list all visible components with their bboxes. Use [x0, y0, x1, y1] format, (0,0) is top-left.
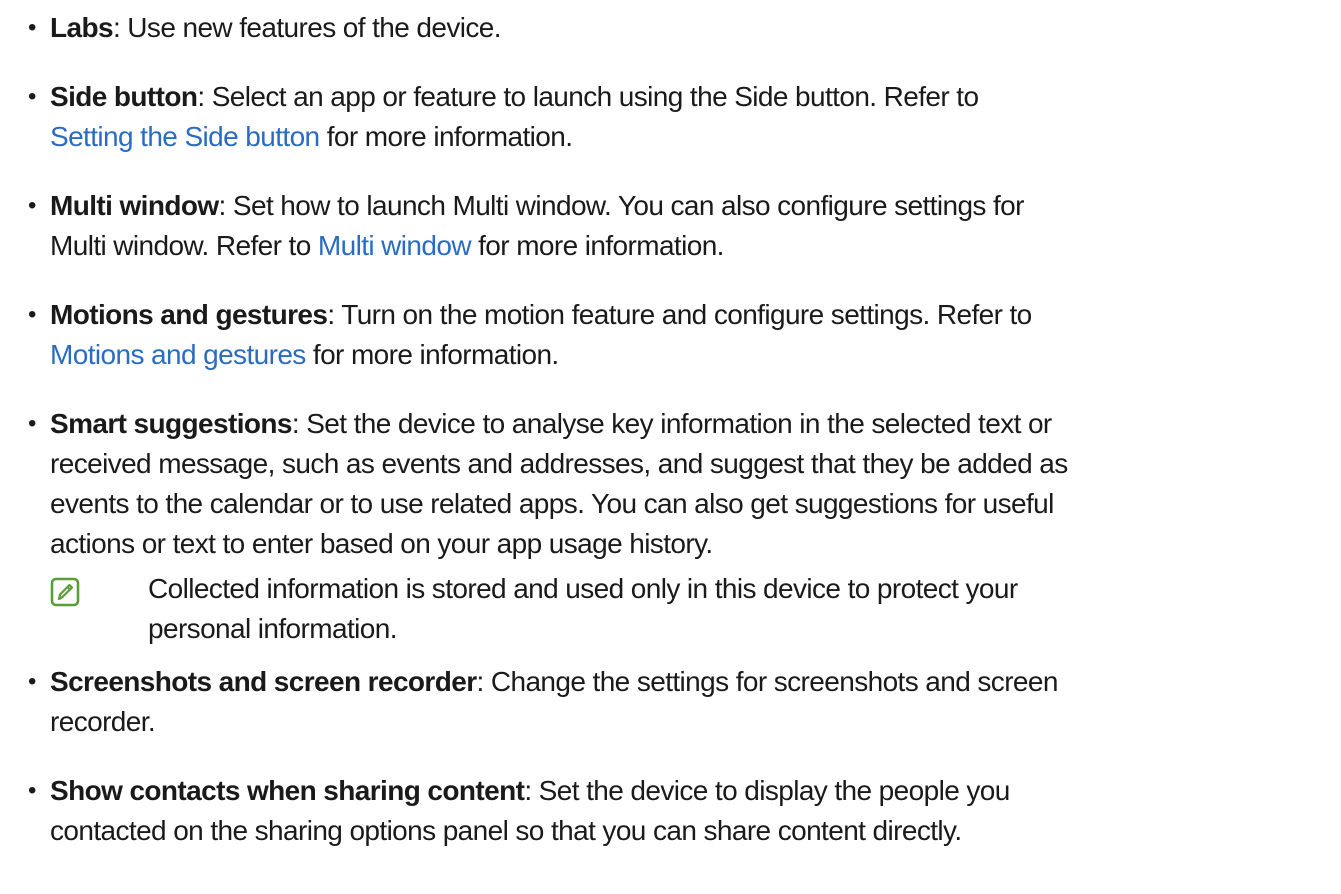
bullet-glyph: • [28, 192, 37, 219]
description-line: : Turn on the motion feature and configu… [327, 299, 1032, 330]
note-line: Collected information is stored and used… [148, 573, 1018, 604]
note-pencil-icon [50, 577, 80, 607]
description-line: : Change the settings for screenshots an… [476, 666, 1059, 697]
item-description: Multi window: Set how to launch Multi wi… [50, 186, 1340, 266]
bullet-glyph: • [28, 14, 37, 41]
description-line: for more information. [305, 339, 559, 370]
link-multi-window[interactable]: Multi window [318, 230, 472, 261]
note-text: Collected information is stored and used… [148, 569, 1018, 649]
item-description: Smart suggestions: Set the device to ana… [50, 404, 1340, 564]
bullet-glyph: • [28, 410, 37, 437]
item-description: Labs: Use new features of the device. [50, 8, 1340, 48]
note-line: personal information. [148, 613, 397, 644]
description-line: : Use new features of the device. [112, 12, 502, 43]
description-line: for more information. [319, 121, 573, 152]
description-line: events to the calendar or to use related… [50, 488, 1054, 519]
description-line: received message, such as events and add… [50, 448, 1068, 479]
term-side-button: Side button [50, 81, 198, 112]
description-line: Multi window. Refer to [50, 230, 318, 261]
item-description: Side button: Select an app or feature to… [50, 77, 1340, 157]
term-screenshots-and-screen-recorder: Screenshots and screen recorder [50, 666, 477, 697]
description-line: recorder. [50, 706, 156, 737]
term-multi-window: Multi window [50, 190, 219, 221]
description-line: contacted on the sharing options panel s… [50, 815, 962, 846]
term-smart-suggestions: Smart suggestions [50, 408, 292, 439]
description-line: actions or text to enter based on your a… [50, 528, 713, 559]
item-description: Motions and gestures: Turn on the motion… [50, 295, 1340, 375]
term-show-contacts-when-sharing-content: Show contacts when sharing content [50, 775, 525, 806]
description-line: : Set the device to display the people y… [524, 775, 1010, 806]
bullet-glyph: • [28, 668, 37, 695]
description-line: : Set how to launch Multi window. You ca… [218, 190, 1025, 221]
bullet-glyph: • [28, 301, 37, 328]
description-line: : Select an app or feature to launch usi… [197, 81, 979, 112]
term-labs: Labs [50, 12, 114, 43]
item-description: Show contacts when sharing content: Set … [50, 771, 1340, 851]
bullet-glyph: • [28, 777, 37, 804]
item-description: Screenshots and screen recorder: Change … [50, 662, 1340, 742]
bullet-glyph: • [28, 83, 37, 110]
link-setting-the-side-button[interactable]: Setting the Side button [50, 121, 320, 152]
link-motions-and-gestures[interactable]: Motions and gestures [50, 339, 306, 370]
description-line: for more information. [470, 230, 724, 261]
description-line: : Set the device to analyse key informat… [291, 408, 1052, 439]
term-motions-and-gestures: Motions and gestures [50, 299, 328, 330]
